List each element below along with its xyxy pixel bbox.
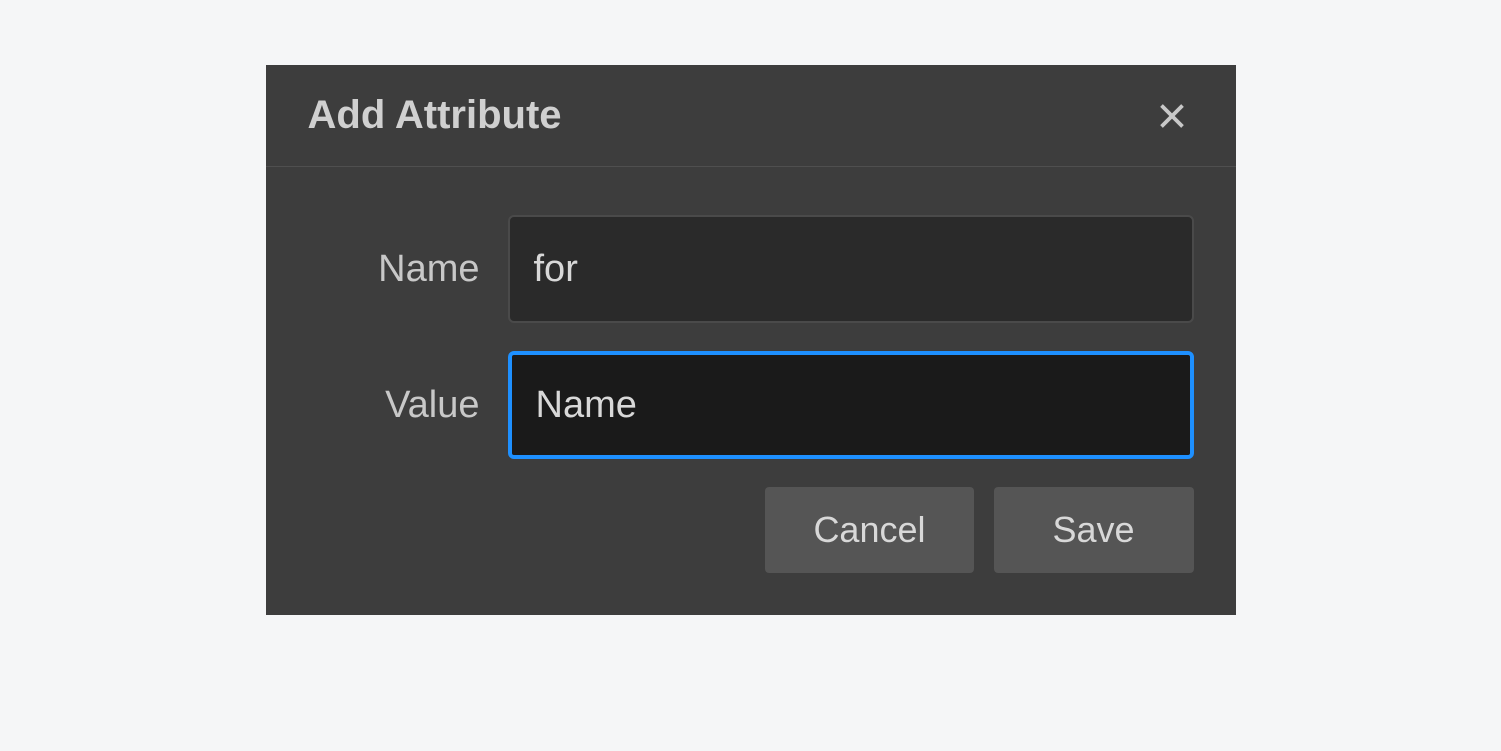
close-icon: [1154, 98, 1190, 134]
dialog-title: Add Attribute: [308, 93, 562, 138]
name-input[interactable]: [508, 215, 1194, 323]
close-button[interactable]: [1150, 94, 1194, 138]
save-button[interactable]: Save: [994, 487, 1194, 573]
value-label: Value: [308, 384, 508, 427]
name-label: Name: [308, 248, 508, 291]
button-row: Cancel Save: [308, 487, 1194, 573]
value-input[interactable]: [508, 351, 1194, 459]
add-attribute-dialog: Add Attribute Name Value Cancel Save: [266, 65, 1236, 615]
value-row: Value: [308, 351, 1194, 459]
name-row: Name: [308, 215, 1194, 323]
dialog-header: Add Attribute: [266, 65, 1236, 167]
cancel-button[interactable]: Cancel: [765, 487, 973, 573]
dialog-body: Name Value Cancel Save: [266, 167, 1236, 615]
